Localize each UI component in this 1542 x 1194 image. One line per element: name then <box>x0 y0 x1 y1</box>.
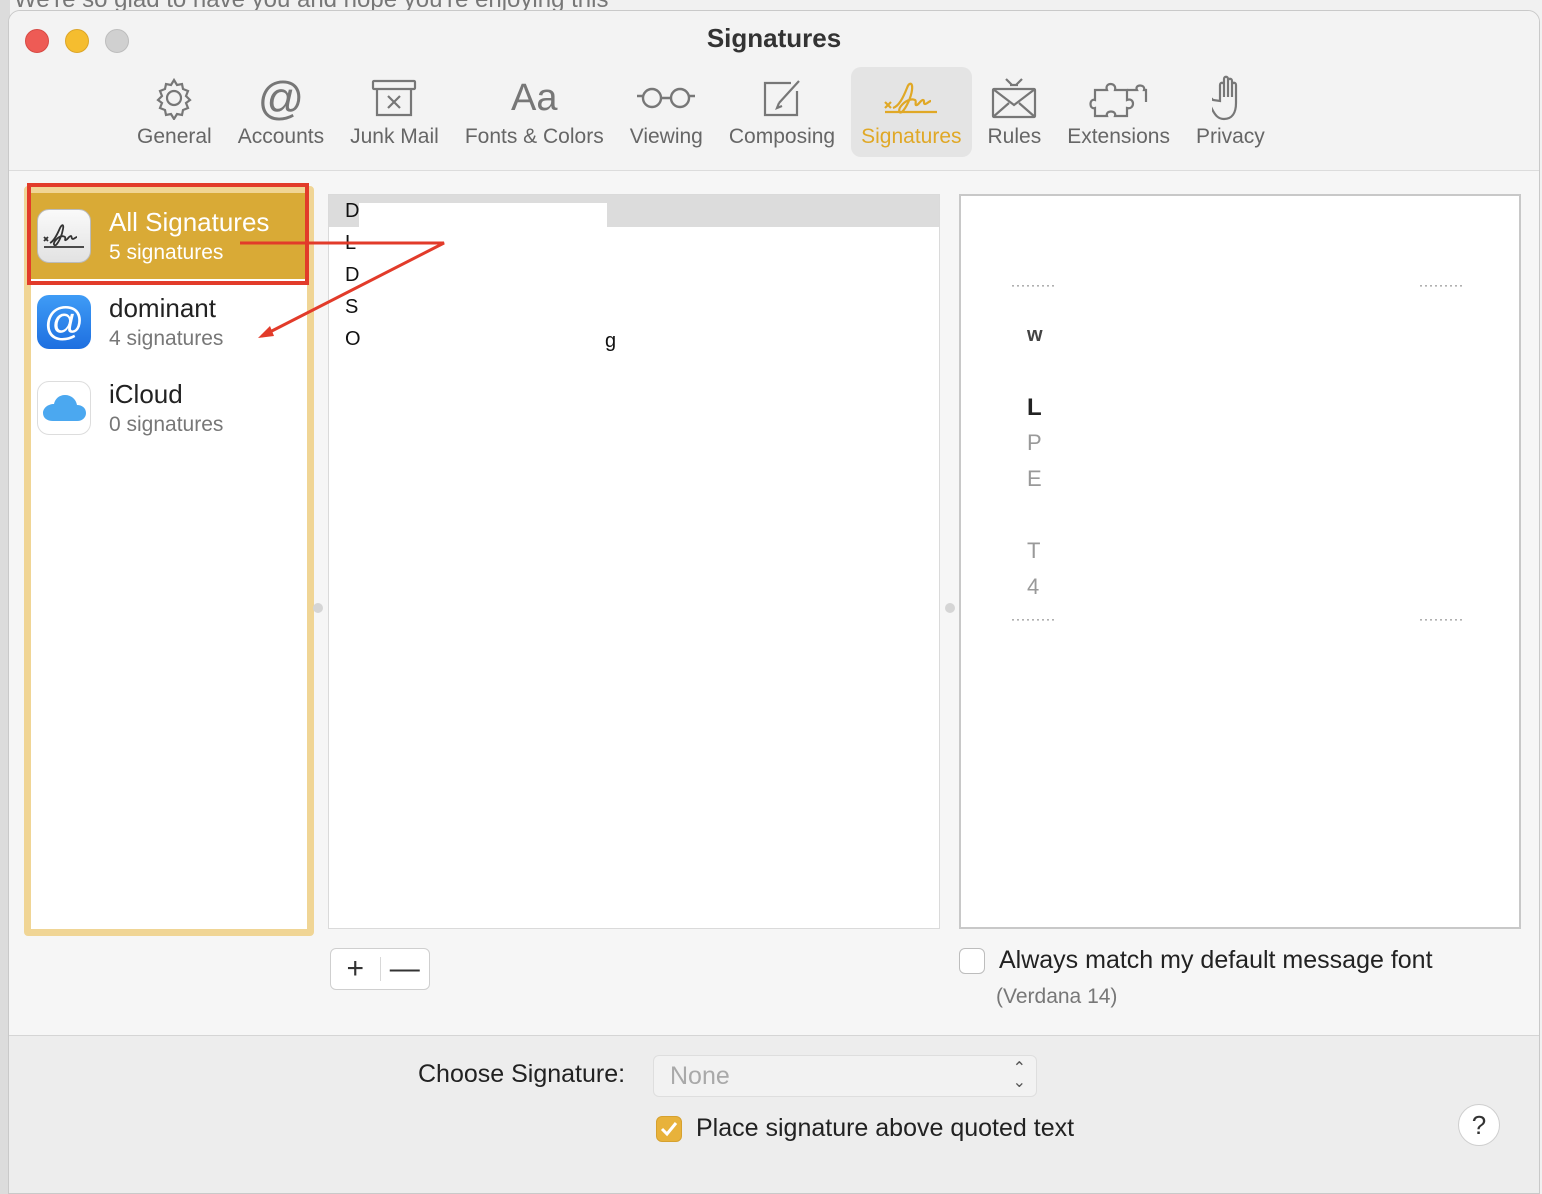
signature-item-name: S <box>345 296 359 318</box>
glasses-icon <box>635 75 697 121</box>
tab-signatures[interactable]: Signatures <box>851 67 972 157</box>
signatures-list: D L D S O g <box>328 194 940 929</box>
signature-item[interactable]: S <box>329 291 939 323</box>
preferences-toolbar: General @ Accounts Junk Mail Aa Fonts & … <box>127 67 1281 163</box>
tab-extensions-label: Extensions <box>1067 125 1170 148</box>
signature-item[interactable]: D <box>329 195 939 227</box>
tab-viewing-label: Viewing <box>629 125 703 148</box>
tab-viewing[interactable]: Viewing <box>620 67 713 157</box>
match-font-label: Always match my default message font <box>999 946 1433 974</box>
account-name: iCloud <box>109 379 183 409</box>
junk-bin-icon <box>371 75 417 121</box>
tab-extensions[interactable]: Extensions <box>1057 67 1180 157</box>
preview-text: P <box>1027 430 1042 455</box>
preview-text: 4 <box>1027 574 1040 599</box>
tab-signatures-label: Signatures <box>861 125 962 148</box>
tab-general-label: General <box>137 125 212 148</box>
preview-divider: ········· <box>1419 612 1464 626</box>
choose-signature-label: Choose Signature: <box>418 1060 626 1088</box>
window-title: Signatures <box>706 23 842 53</box>
choose-signature-select[interactable]: None ⌃ ⌄ <box>653 1055 1037 1097</box>
signature-item-name: O <box>345 328 361 350</box>
preview-divider: ········· <box>1011 612 1056 626</box>
preferences-window: Signatures General @ Accounts Junk Mail … <box>8 10 1540 1194</box>
splitter-handle[interactable] <box>313 603 323 613</box>
preview-text: T <box>1027 538 1041 563</box>
place-signature-above-option[interactable]: Place signature above quoted text <box>656 1114 1074 1143</box>
puzzle-icon <box>1088 75 1149 121</box>
signature-item-name: L <box>345 232 357 254</box>
redaction <box>359 203 607 227</box>
tab-general[interactable]: General <box>127 67 222 157</box>
preview-text: L <box>1027 394 1042 421</box>
tab-accounts-label: Accounts <box>237 125 325 148</box>
signature-item[interactable]: O g <box>329 323 939 355</box>
tab-rules[interactable]: Rules <box>978 67 1052 157</box>
match-font-checkbox[interactable] <box>959 947 985 974</box>
signature-item-trailing: g <box>605 330 617 352</box>
tab-junk-mail-label: Junk Mail <box>350 125 439 148</box>
tab-privacy-label: Privacy <box>1195 125 1265 148</box>
help-button[interactable]: ? <box>1458 1104 1500 1146</box>
splitter-handle[interactable] <box>945 603 955 613</box>
place-above-checkbox[interactable] <box>656 1115 682 1142</box>
match-font-detail: (Verdana 14) <box>996 985 1118 1008</box>
chevron-up-down-icon: ⌃ ⌄ <box>1012 1060 1026 1091</box>
add-signature-button[interactable]: + <box>331 949 380 989</box>
tab-privacy[interactable]: Privacy <box>1186 67 1275 157</box>
remove-signature-button[interactable]: — <box>381 949 430 989</box>
tab-accounts[interactable]: @ Accounts <box>228 67 334 157</box>
account-row-dominant[interactable]: @ dominant 4 signatures <box>31 279 307 365</box>
account-signature-count: 0 signatures <box>109 413 224 436</box>
account-signature-count: 4 signatures <box>109 327 224 350</box>
icloud-icon <box>37 381 91 435</box>
match-font-option[interactable]: Always match my default message font <box>959 946 1433 975</box>
signature-icon <box>37 209 91 263</box>
tab-junk-mail[interactable]: Junk Mail <box>340 67 449 157</box>
signature-item[interactable]: D <box>329 259 939 291</box>
titlebar: Signatures General @ Accounts Junk Mail … <box>9 11 1539 171</box>
add-remove-control: + — <box>330 948 430 990</box>
at-sign-icon: @ <box>257 72 305 124</box>
preview-text: w <box>1027 324 1043 346</box>
tab-rules-label: Rules <box>987 125 1042 148</box>
gear-icon <box>152 75 196 121</box>
account-name: All Signatures <box>109 207 270 237</box>
choose-signature-value: None <box>670 1062 730 1090</box>
signature-preview[interactable]: ········· ········· w L P E T 4 ········… <box>959 194 1521 929</box>
preview-divider: ········· <box>1419 278 1464 292</box>
at-sign-icon: @ <box>37 295 91 349</box>
accounts-list: All Signatures 5 signatures @ dominant 4… <box>24 186 314 936</box>
tab-composing-label: Composing <box>728 125 836 148</box>
account-signature-count: 5 signatures <box>109 241 224 264</box>
font-aa-icon: Aa <box>511 77 558 119</box>
account-row-icloud[interactable]: iCloud 0 signatures <box>31 365 307 451</box>
signature-item[interactable]: L <box>329 227 939 259</box>
tab-composing[interactable]: Composing <box>719 67 845 157</box>
rules-envelope-icon <box>990 75 1038 121</box>
account-row-all-signatures[interactable]: All Signatures 5 signatures <box>31 193 307 279</box>
checkmark-icon <box>660 1121 678 1136</box>
tab-fonts-colors-label: Fonts & Colors <box>464 125 604 148</box>
tab-fonts-colors[interactable]: Aa Fonts & Colors <box>455 67 614 157</box>
preview-text: E <box>1027 466 1042 491</box>
signature-item-name: D <box>345 264 360 286</box>
hand-icon <box>1212 75 1248 121</box>
account-name: dominant <box>109 293 216 323</box>
compose-icon <box>761 75 803 121</box>
place-above-label: Place signature above quoted text <box>696 1114 1075 1142</box>
preview-divider: ········· <box>1011 278 1056 292</box>
signature-item-name: D <box>345 200 360 222</box>
signature-icon <box>881 75 941 121</box>
